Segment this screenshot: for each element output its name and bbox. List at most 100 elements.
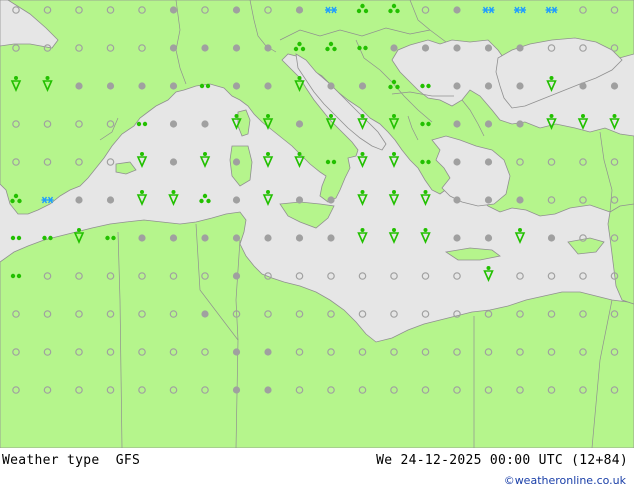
dry-dot-icon: [547, 234, 556, 242]
dry-dot-icon: [610, 82, 619, 90]
dry-dot-icon: [169, 44, 178, 52]
drizzle-dot: [142, 121, 148, 127]
dry-dot-icon: [484, 196, 493, 204]
rain-dot: [266, 190, 270, 194]
dry-dot-icon: [516, 44, 524, 52]
dry-dot-icon: [201, 234, 209, 242]
shower-dot: [202, 193, 208, 199]
dry-dot-icon: [484, 44, 493, 52]
rain-dot: [423, 190, 428, 194]
rain-dot: [392, 152, 396, 156]
shower-dot: [332, 46, 337, 52]
rain-dot: [140, 190, 144, 194]
dry-dot-icon: [295, 196, 304, 204]
drizzle-dot: [10, 235, 16, 241]
dry-dot-icon: [169, 158, 178, 166]
dry-dot-icon: [295, 234, 304, 242]
dry-dot-icon: [421, 44, 430, 52]
rain-dot: [171, 190, 176, 194]
shower-dot: [325, 46, 330, 52]
shower-dot: [356, 8, 362, 14]
drizzle-dot: [16, 235, 22, 241]
dry-dot-icon: [232, 82, 241, 90]
weather-map: [0, 0, 634, 448]
dry-dot-icon: [453, 44, 461, 52]
shower-dot: [391, 3, 397, 9]
rain-dot: [612, 114, 617, 118]
dry-dot-icon: [264, 386, 272, 394]
rain-dot: [360, 190, 365, 194]
rain-dot: [140, 152, 144, 156]
shower-dot: [297, 41, 302, 47]
dry-dot-icon: [201, 44, 209, 52]
map-canvas: [0, 0, 634, 448]
rain-dot: [549, 114, 554, 118]
drizzle-dot: [426, 83, 431, 89]
rain-dot: [234, 114, 239, 118]
dry-dot-icon: [232, 6, 241, 14]
drizzle-dot: [105, 235, 110, 241]
dry-dot-icon: [484, 234, 493, 242]
drizzle-dot: [420, 121, 425, 127]
drizzle-dot: [363, 45, 368, 51]
dry-dot-icon: [264, 44, 272, 52]
dry-dot-icon: [327, 196, 335, 204]
rain-dot: [266, 152, 270, 156]
shower-dot: [395, 8, 400, 14]
rain-dot: [45, 76, 50, 80]
map-title: Weather type GFS: [2, 453, 141, 468]
drizzle-dot: [331, 159, 337, 165]
dry-dot-icon: [295, 6, 304, 14]
rain-dot: [518, 228, 522, 232]
rain-dot: [360, 228, 365, 232]
dry-dot-icon: [232, 158, 241, 166]
rain-dot: [486, 266, 491, 270]
dry-dot-icon: [201, 120, 209, 128]
shower-dot: [293, 46, 299, 52]
dry-dot-icon: [516, 82, 524, 90]
dry-dot-icon: [232, 272, 241, 280]
rain-dot: [423, 228, 428, 232]
drizzle-dot: [325, 159, 331, 165]
dry-dot-icon: [75, 82, 83, 90]
rain-dot: [14, 76, 18, 80]
dry-dot-icon: [232, 348, 241, 356]
dry-dot-icon: [453, 158, 461, 166]
forecast-datetime: We 24-12-2025 00:00 UTC (12+84): [376, 453, 628, 468]
shower-dot: [360, 3, 365, 9]
dry-dot-icon: [106, 82, 115, 90]
shower-dot: [300, 46, 306, 52]
drizzle-dot: [426, 159, 431, 165]
rain-dot: [297, 152, 302, 156]
rain-dot: [329, 114, 333, 118]
rain-dot: [360, 114, 365, 118]
dry-dot-icon: [453, 196, 461, 204]
dry-dot-icon: [484, 82, 493, 90]
dry-dot-icon: [138, 234, 146, 242]
shower-dot: [395, 84, 400, 90]
dry-dot-icon: [453, 120, 461, 128]
dry-dot-icon: [453, 82, 461, 90]
drizzle-dot: [426, 121, 431, 127]
shower-dot: [10, 198, 15, 204]
dry-dot-icon: [453, 234, 461, 242]
shower-dot: [13, 193, 19, 199]
rain-dot: [549, 76, 554, 80]
dry-dot-icon: [232, 386, 241, 394]
dry-dot-icon: [358, 82, 367, 90]
drizzle-dot: [111, 235, 116, 241]
drizzle-dot: [42, 235, 47, 241]
dry-dot-icon: [232, 234, 241, 242]
dry-dot-icon: [390, 44, 398, 52]
dry-dot-icon: [264, 234, 272, 242]
drizzle-dot: [10, 273, 16, 279]
dry-dot-icon: [75, 196, 83, 204]
dry-dot-icon: [169, 82, 178, 90]
source-credit-link[interactable]: ©weatheronline.co.uk: [504, 474, 626, 487]
rain-dot: [297, 76, 302, 80]
drizzle-dot: [136, 121, 142, 127]
dry-dot-icon: [138, 82, 146, 90]
shower-dot: [199, 198, 204, 204]
rain-dot: [203, 152, 207, 156]
shower-dot: [206, 198, 211, 204]
